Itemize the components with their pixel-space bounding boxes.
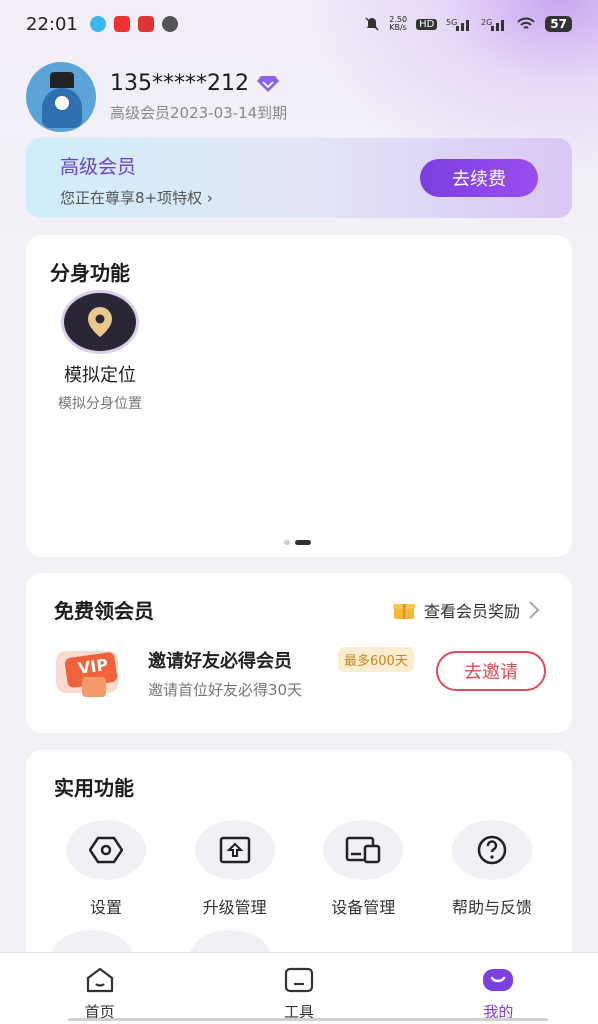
location-pin-icon [88, 307, 112, 337]
qq-icon [89, 16, 106, 32]
chevron-right-icon [529, 601, 540, 619]
mock-location-label: 模拟定位 [64, 365, 136, 386]
device-icon [346, 836, 381, 864]
svg-text:2G: 2G [481, 18, 492, 27]
upgrade-icon [219, 836, 250, 864]
invite-button[interactable]: 去邀请 [436, 651, 546, 691]
tab-mine[interactable]: 我的 [399, 953, 598, 1024]
svg-text:5G: 5G [446, 18, 457, 27]
help-feedback-item[interactable]: 帮助与反馈 [432, 820, 552, 918]
profile-icon [483, 969, 514, 991]
home-icon [86, 967, 113, 993]
invite-title: 邀请好友必得会员 [148, 651, 292, 672]
clone-features-card: 分身功能 模拟定位 模拟分身位置 [26, 235, 572, 557]
bottom-tab-bar: 首页 工具 我的 [0, 952, 598, 1024]
invite-row: VIP 邀请好友必得会员 最多600天 邀请首位好友必得30天 去邀请 [52, 641, 546, 711]
tools-icon [284, 967, 314, 993]
upgrade-management-item[interactable]: 升级管理 [175, 820, 295, 918]
max-days-badge: 最多600天 [338, 647, 414, 672]
wifi-icon [517, 17, 536, 29]
settings-icon [89, 836, 123, 864]
view-rewards-link[interactable]: 查看会员奖励 [392, 598, 540, 622]
app-icon [113, 16, 130, 32]
home-indicator [68, 1018, 548, 1021]
device-management-item[interactable]: 设备管理 [303, 820, 423, 918]
profile-header[interactable]: 135*****212 高级会员2023-03-14到期 [26, 62, 287, 132]
renew-button[interactable]: 去续费 [420, 159, 538, 197]
invite-subtitle: 邀请首位好友必得30天 [148, 681, 303, 699]
page-indicator [284, 540, 311, 545]
compass-icon [161, 16, 178, 32]
utilities-grid: 设置 升级管理 设备管理 帮助与反馈 [46, 820, 552, 918]
membership-expiry: 高级会员2023-03-14到期 [110, 104, 288, 122]
section-title: 实用功能 [54, 776, 134, 800]
signal-2g-icon: 2G [481, 18, 505, 31]
status-bar: 22:01 2.50 KB/s HD 5G 2G 57 [0, 0, 598, 48]
mock-location-subtitle: 模拟分身位置 [58, 396, 142, 412]
mock-location-item[interactable]: 模拟定位 模拟分身位置 [48, 293, 152, 413]
hd-icon: HD [416, 18, 438, 30]
tab-tools[interactable]: 工具 [199, 953, 398, 1024]
vip-card[interactable]: 高级会员 您正在尊享8+项特权 › 去续费 [26, 138, 572, 218]
app-icon [137, 16, 154, 32]
avatar[interactable] [26, 62, 96, 132]
status-time: 22:01 [26, 13, 78, 35]
help-icon [477, 835, 507, 865]
battery-indicator: 57 [545, 16, 572, 32]
settings-item[interactable]: 设置 [46, 820, 166, 918]
tab-home[interactable]: 首页 [0, 953, 199, 1024]
utilities-card: 实用功能 设置 升级管理 设备管理 帮助与反馈 [26, 750, 572, 980]
mute-bell-icon [365, 17, 379, 31]
signal-5g-icon: 5G [446, 18, 470, 31]
user-phone: 135*****212 [110, 71, 249, 96]
section-title: 分身功能 [50, 261, 130, 285]
gift-icon [392, 604, 415, 619]
free-membership-card: 免费领会员 查看会员奖励 VIP 邀请好友必得会员 最多600天 邀请首位好友必… [26, 573, 572, 733]
network-speed: 2.50 KB/s [389, 15, 408, 32]
diamond-icon [256, 75, 279, 92]
